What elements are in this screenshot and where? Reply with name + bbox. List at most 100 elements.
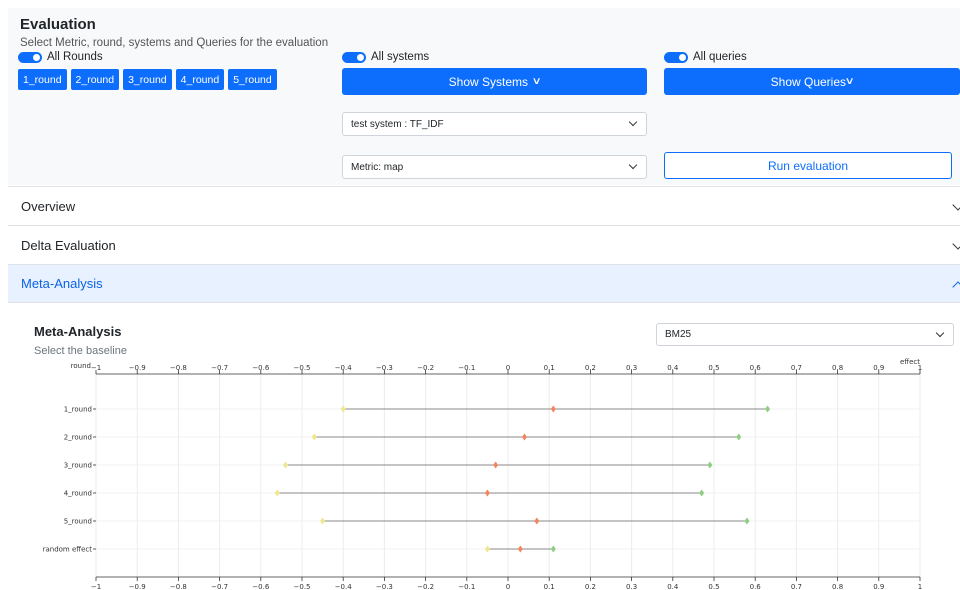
x-tick-label-bottom: −0.2 bbox=[417, 583, 434, 590]
chevron-up-icon bbox=[952, 281, 960, 293]
ci-lower-marker bbox=[274, 489, 280, 497]
x-tick-label-bottom: −1 bbox=[91, 583, 101, 590]
show-queries-label: Show Queries bbox=[770, 74, 847, 89]
accordion-delta-label: Delta Evaluation bbox=[21, 237, 116, 253]
x-tick-label-bottom: 0.4 bbox=[667, 583, 679, 590]
metric-select-value: Metric: map bbox=[351, 161, 404, 173]
chevron-down-icon: ∨ bbox=[531, 76, 542, 87]
run-evaluation-button[interactable]: Run evaluation bbox=[664, 152, 952, 179]
x-tick-label-top: −0.5 bbox=[294, 364, 311, 372]
x-tick-label-top: 0.2 bbox=[585, 364, 596, 372]
x-tick-label-top: −1 bbox=[91, 364, 101, 372]
row-label: 2_round bbox=[64, 434, 92, 442]
round-button-4[interactable]: 4_round bbox=[175, 69, 225, 90]
x-tick-label-bottom: −0.8 bbox=[170, 583, 187, 590]
accordion-delta-evaluation[interactable]: Delta Evaluation bbox=[8, 225, 960, 264]
accordion-meta-label: Meta-Analysis bbox=[21, 276, 103, 291]
estimate-marker bbox=[521, 433, 527, 441]
all-queries-label: All queries bbox=[693, 51, 747, 63]
system-select[interactable]: test system : TF_IDF bbox=[342, 112, 647, 136]
ci-lower-marker bbox=[484, 545, 490, 553]
baseline-select[interactable]: BM25 bbox=[656, 323, 954, 346]
all-queries-toggle-row: All queries bbox=[664, 51, 747, 63]
x-tick-label-top: −0.1 bbox=[458, 364, 475, 372]
row-label: 3_round bbox=[64, 462, 92, 470]
accordion-overview[interactable]: Overview bbox=[8, 186, 960, 225]
ci-lower-marker bbox=[340, 405, 346, 413]
x-tick-label-bottom: 0.1 bbox=[544, 583, 555, 590]
round-buttons: 1_round 2_round 3_round 4_round 5_round bbox=[18, 69, 277, 90]
x-tick-label-top: −0.7 bbox=[211, 364, 228, 372]
all-rounds-toggle[interactable] bbox=[18, 51, 42, 63]
chevron-down-icon bbox=[628, 117, 638, 127]
show-systems-label: Show Systems bbox=[448, 74, 529, 89]
x-tick-label-top: 0.5 bbox=[708, 364, 719, 372]
round-button-1[interactable]: 1_round bbox=[18, 69, 67, 90]
x-tick-label-top: −0.6 bbox=[252, 364, 270, 372]
row-label: random effect bbox=[43, 546, 93, 554]
chevron-down-icon bbox=[628, 160, 638, 170]
x-tick-label-bottom: −0.5 bbox=[294, 583, 311, 590]
evaluation-subtitle: Select Metric, round, systems and Querie… bbox=[20, 37, 329, 49]
x-tick-label-top: 0.3 bbox=[626, 364, 637, 372]
row-label: 5_round bbox=[64, 518, 92, 526]
x-tick-label-top: 0 bbox=[506, 364, 510, 372]
x-tick-label-bottom: 0.7 bbox=[791, 583, 802, 590]
x-tick-label-top: −0.4 bbox=[335, 364, 353, 372]
estimate-marker bbox=[517, 545, 523, 553]
x-tick-label-top: 0.8 bbox=[832, 364, 843, 372]
x-tick-label-bottom: 0.8 bbox=[832, 583, 843, 590]
x-tick-label-bottom: −0.3 bbox=[376, 583, 393, 590]
y-axis-label: round bbox=[71, 362, 91, 370]
estimate-marker bbox=[493, 461, 499, 469]
x-tick-label-bottom: 0.3 bbox=[626, 583, 637, 590]
x-tick-label-top: −0.2 bbox=[417, 364, 434, 372]
forest-plot: −1 −1 −0.9 −0.9 −0.8 −0.8 −0.7 −0.7 −0.6 −0.6 −0.5… bbox=[43, 358, 923, 590]
x-tick-label-bottom: 0.5 bbox=[708, 583, 719, 590]
x-tick-label-bottom: 0 bbox=[506, 583, 510, 590]
chevron-down-icon bbox=[952, 238, 960, 250]
baseline-select-value: BM25 bbox=[665, 329, 692, 340]
x-tick-label-top: 0.9 bbox=[873, 364, 884, 372]
system-select-value: test system : TF_IDF bbox=[351, 118, 444, 130]
metric-select[interactable]: Metric: map bbox=[342, 155, 647, 179]
chevron-down-icon: ∨ bbox=[844, 76, 855, 87]
all-queries-toggle[interactable] bbox=[664, 51, 688, 63]
ci-lower-marker bbox=[311, 433, 317, 441]
row-label: 4_round bbox=[64, 490, 92, 498]
evaluation-title: Evaluation bbox=[20, 16, 96, 33]
ci-upper-marker bbox=[550, 545, 556, 553]
all-rounds-label: All Rounds bbox=[47, 51, 103, 63]
ci-lower-marker bbox=[320, 517, 326, 525]
all-systems-toggle[interactable] bbox=[342, 51, 366, 63]
x-tick-label-top: 0.7 bbox=[791, 364, 802, 372]
x-tick-label-top: −0.8 bbox=[170, 364, 187, 372]
x-axis-label: effect bbox=[900, 358, 920, 366]
x-tick-label-bottom: 0.2 bbox=[585, 583, 596, 590]
round-button-3[interactable]: 3_round bbox=[123, 69, 172, 90]
round-button-5[interactable]: 5_round bbox=[228, 69, 277, 90]
ci-upper-marker bbox=[765, 405, 771, 413]
ci-upper-marker bbox=[707, 461, 713, 469]
x-tick-label-bottom: −0.9 bbox=[129, 583, 146, 590]
show-systems-button[interactable]: Show Systems ∨ bbox=[342, 68, 647, 95]
all-systems-label: All systems bbox=[371, 51, 430, 63]
x-tick-label-top: −0.3 bbox=[376, 364, 393, 372]
chevron-down-icon bbox=[935, 328, 945, 338]
all-rounds-toggle-row: All Rounds bbox=[18, 51, 103, 63]
chevron-down-icon bbox=[952, 199, 960, 211]
x-tick-label-bottom: −0.1 bbox=[458, 583, 475, 590]
x-tick-label-top: 0.6 bbox=[750, 364, 762, 372]
all-systems-toggle-row: All systems bbox=[342, 51, 429, 63]
accordion-overview-label: Overview bbox=[21, 198, 76, 214]
meta-analysis-title: Meta-Analysis bbox=[34, 324, 122, 339]
accordion-meta-analysis[interactable]: Meta-Analysis bbox=[8, 264, 960, 303]
x-tick-label-bottom: −0.7 bbox=[211, 583, 228, 590]
estimate-marker bbox=[550, 405, 556, 413]
x-tick-label-bottom: 0.9 bbox=[873, 583, 884, 590]
round-button-2[interactable]: 2_round bbox=[70, 69, 120, 90]
row-label: 1_round bbox=[64, 406, 92, 414]
show-queries-button[interactable]: Show Queries ∨ bbox=[664, 68, 960, 95]
estimate-marker bbox=[534, 517, 540, 525]
ci-upper-marker bbox=[744, 517, 750, 525]
